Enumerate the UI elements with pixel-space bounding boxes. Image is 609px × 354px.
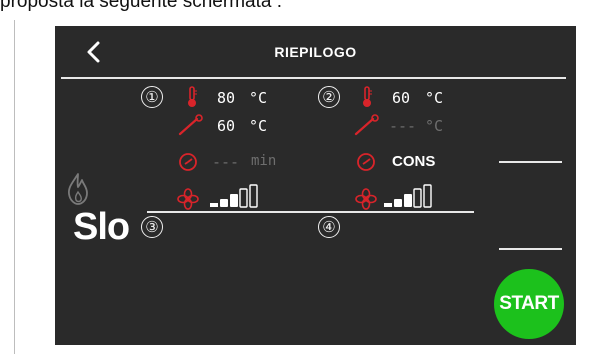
page-title: RIEPILOGO [274,44,357,60]
program-1-number[interactable]: ① [141,86,163,108]
program-1-temp-unit: °C [249,89,268,107]
header-divider [61,77,566,79]
program-3-number[interactable]: ③ [141,216,163,238]
program-1-probe-unit: °C [249,117,268,135]
right-divider-2 [499,248,562,250]
right-divider-1 [499,161,562,163]
program-1-probe[interactable]: 60 [217,117,235,135]
start-button[interactable]: START [494,269,564,339]
program-1-time[interactable]: --- [212,153,239,171]
probe-icon [353,114,381,141]
program-2-probe-unit: °C [425,117,444,135]
program-2-probe[interactable]: --- [389,117,416,135]
timer-icon [177,151,199,178]
device-screen: RIEPILOGO ① 80 °C 60 °C --- min ② 60 °C … [55,26,576,345]
program-4-number[interactable]: ④ [318,216,340,238]
program-1-time-unit: min [251,153,277,169]
program-2-temp-unit: °C [425,89,444,107]
probe-icon [177,114,205,141]
caption-text: proposta la seguente schermata : [0,0,283,12]
timer-icon [355,151,377,178]
program-2-time[interactable]: CONS [392,153,435,170]
phase-divider [147,211,474,213]
program-1-temp[interactable]: 80 [217,89,235,107]
program-2-number[interactable]: ② [318,86,340,108]
thermometer-icon [185,86,199,113]
thermometer-icon [360,86,374,113]
mode-label: Slo [73,206,130,248]
program-2-temp[interactable]: 60 [392,89,410,107]
document-border [14,20,15,354]
